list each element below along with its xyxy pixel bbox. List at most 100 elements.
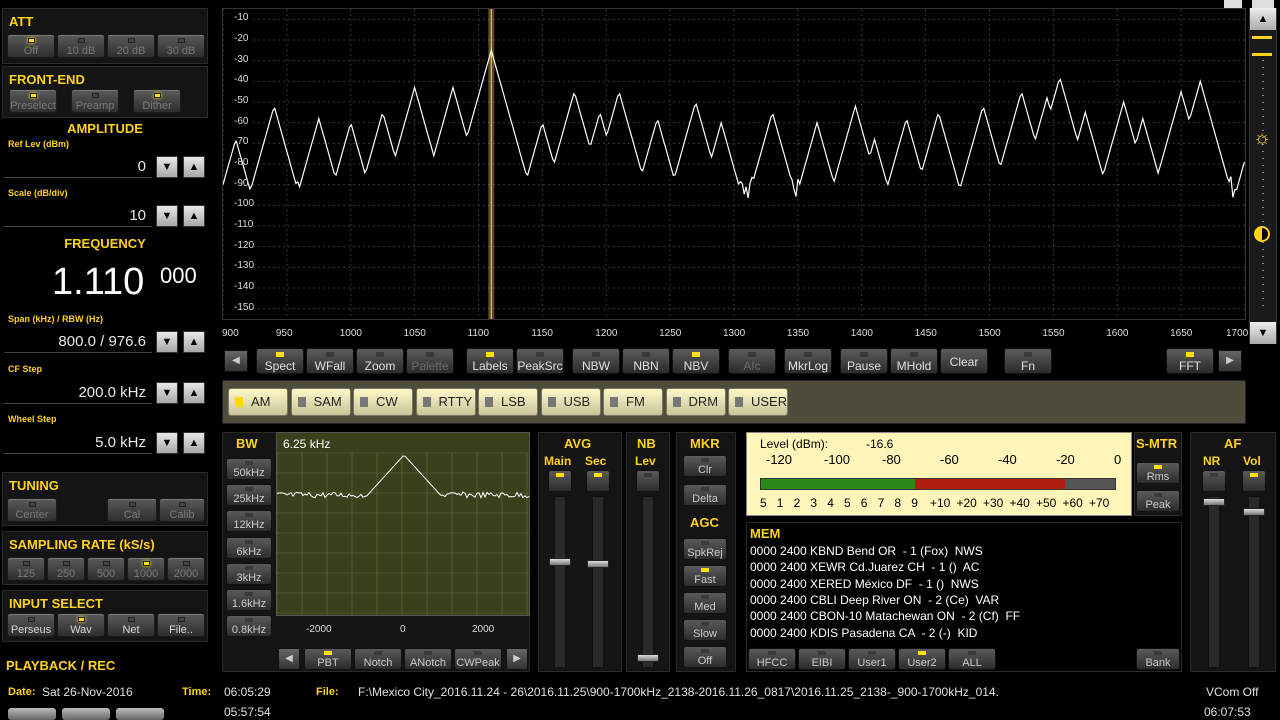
sampling-500-button[interactable]: 500: [87, 557, 125, 581]
bw-notch-button[interactable]: Notch: [354, 648, 402, 670]
input-file-button[interactable]: File..: [157, 613, 205, 637]
toolbar-nbw-button[interactable]: NBW: [572, 348, 620, 374]
mode-sam-button[interactable]: SAM: [290, 388, 351, 416]
filter-display[interactable]: 6.25 kHz: [276, 432, 530, 616]
cf-step-value[interactable]: 200.0 kHz: [4, 382, 152, 404]
mkr-delta-button[interactable]: Delta: [683, 484, 727, 506]
agc-slow-button[interactable]: Slow: [683, 619, 727, 641]
mem-hfcc-button[interactable]: HFCC: [748, 648, 796, 670]
tuning-cal-button[interactable]: Cal: [107, 498, 157, 522]
att-10-db-button[interactable]: 10 dB: [57, 34, 105, 58]
af-vol-toggle[interactable]: [1242, 470, 1266, 492]
frequency-display[interactable]: 1.110 000: [4, 257, 206, 305]
toolbar-zoom-button[interactable]: Zoom: [356, 348, 404, 374]
mem-user2-button[interactable]: User2: [898, 648, 946, 670]
mkr-clr-button[interactable]: Clr: [683, 455, 727, 477]
mode-user-button[interactable]: USER: [728, 388, 788, 416]
mem-list-item[interactable]: 0000 2400 XEWR Cd.Juarez CH - 1 () AC: [750, 560, 979, 574]
mode-usb-button[interactable]: USB: [540, 388, 601, 416]
playback-stop-button[interactable]: [8, 708, 56, 720]
bw-3khz-button[interactable]: 3kHz: [226, 562, 272, 585]
close-window-button[interactable]: [1252, 0, 1274, 8]
mode-lsb-button[interactable]: LSB: [478, 388, 538, 416]
toolbar-nbv-button[interactable]: NBV: [672, 348, 720, 374]
mem-list-item[interactable]: 0000 2400 CBLI Deep River ON - 2 (Ce) VA…: [750, 593, 999, 607]
mem-eibi-button[interactable]: EIBI: [798, 648, 846, 670]
contrast-icon[interactable]: [1254, 226, 1270, 242]
toolbar-labels-button[interactable]: Labels: [466, 348, 514, 374]
bw-12khz-button[interactable]: 12kHz: [226, 510, 272, 533]
toolbar-pause-button[interactable]: Pause: [840, 348, 888, 374]
avg-main-slider-knob[interactable]: [549, 558, 571, 566]
toolbar-afc-button[interactable]: Afc: [728, 348, 776, 374]
avg-sec-slider-knob[interactable]: [587, 560, 609, 568]
toolbar-fft-button[interactable]: FFT: [1166, 348, 1214, 374]
input-net-button[interactable]: Net: [107, 613, 155, 637]
frontend-preselect-button[interactable]: Preselect: [9, 89, 57, 113]
avg-sec-toggle[interactable]: [586, 470, 610, 492]
mem-user1-button[interactable]: User1: [848, 648, 896, 670]
mem-list-item[interactable]: 0000 2400 CBON-10 Matachewan ON - 2 (Cf)…: [750, 609, 1020, 623]
att-30-db-button[interactable]: 30 dB: [157, 34, 205, 58]
ref-level-up-button[interactable]: ▲: [183, 156, 205, 178]
af-nr-toggle[interactable]: [1202, 470, 1226, 492]
sampling-2000-button[interactable]: 2000: [167, 557, 205, 581]
input-perseus-button[interactable]: Perseus: [7, 613, 55, 637]
playback-play-button[interactable]: [62, 708, 110, 720]
playback-record-button[interactable]: [116, 708, 164, 720]
bw-50khz-button[interactable]: 50kHz: [226, 458, 272, 480]
toolbar-right-arrow[interactable]: ▶: [1218, 350, 1242, 372]
mode-fm-button[interactable]: FM: [603, 388, 663, 416]
toolbar-fn-button[interactable]: Fn: [1004, 348, 1052, 374]
scale-up-button[interactable]: ▲: [183, 205, 205, 227]
toolbar-wfall-button[interactable]: WFall: [306, 348, 354, 374]
nb-toggle[interactable]: [636, 470, 660, 492]
toolbar-mkrlog-button[interactable]: MkrLog: [784, 348, 832, 374]
scroll-down-icon[interactable]: ▼: [1250, 322, 1276, 344]
scale-value[interactable]: 10: [4, 205, 152, 227]
bw-1-6khz-button[interactable]: 1.6kHz: [226, 589, 272, 611]
span-down-button[interactable]: ▼: [156, 331, 178, 353]
mem-bank-button[interactable]: Bank: [1136, 648, 1180, 670]
scroll-up-icon[interactable]: ▲: [1250, 8, 1276, 30]
tuning-calib-button[interactable]: Calib: [159, 498, 205, 522]
smtr-rms-button[interactable]: Rms: [1136, 462, 1180, 484]
spectrum-scale-icon[interactable]: [1252, 36, 1272, 56]
toolbar-palette-button[interactable]: Palette: [406, 348, 454, 374]
scale-down-button[interactable]: ▼: [156, 205, 178, 227]
bw-cwpeak-button[interactable]: CWPeak: [454, 648, 502, 670]
nb-slider-knob[interactable]: [637, 654, 659, 662]
att-20-db-button[interactable]: 20 dB: [107, 34, 155, 58]
input-wav-button[interactable]: Wav: [57, 613, 105, 637]
toolbar-peaksrc-button[interactable]: PeakSrc: [516, 348, 564, 374]
smtr-peak-button[interactable]: Peak: [1136, 490, 1180, 512]
tuning-center-button[interactable]: Center: [7, 498, 57, 522]
bw-6khz-button[interactable]: 6kHz: [226, 536, 272, 559]
mem-list-item[interactable]: 0000 2400 KBND Bend OR - 1 (Fox) NWS: [750, 544, 983, 558]
agc-fast-button[interactable]: Fast: [683, 565, 727, 587]
bw-left-arrow[interactable]: ◀: [278, 648, 300, 670]
wheel-step-value[interactable]: 5.0 kHz: [4, 432, 152, 454]
bw-pbt-button[interactable]: PBT: [304, 648, 352, 670]
spectrum-display[interactable]: [222, 8, 1246, 320]
sampling-1000-button[interactable]: 1000: [127, 557, 165, 581]
toolbar-clear-button[interactable]: Clear: [940, 348, 988, 374]
bw-25khz-button[interactable]: 25kHz: [226, 484, 272, 507]
mode-drm-button[interactable]: DRM: [665, 388, 726, 416]
toolbar-mhold-button[interactable]: MHold: [890, 348, 938, 374]
wheel-step-down-button[interactable]: ▼: [156, 432, 178, 454]
bw-right-arrow[interactable]: ▶: [506, 648, 528, 670]
span-value[interactable]: 800.0 / 976.6: [4, 331, 152, 353]
mem-list-item[interactable]: 0000 2400 XERED México DF - 1 () NWS: [750, 577, 979, 591]
cf-step-up-button[interactable]: ▲: [183, 382, 205, 404]
wheel-step-up-button[interactable]: ▲: [183, 432, 205, 454]
toolbar-nbn-button[interactable]: NBN: [622, 348, 670, 374]
mem-list-item[interactable]: 0000 2400 KDIS Pasadena CA - 2 (-) KID: [750, 626, 977, 640]
avg-main-toggle[interactable]: [548, 470, 572, 492]
span-up-button[interactable]: ▲: [183, 331, 205, 353]
af-nr-slider-knob[interactable]: [1203, 498, 1225, 506]
bw-0-8khz-button[interactable]: 0.8kHz: [226, 615, 272, 638]
bw-anotch-button[interactable]: ANotch: [404, 648, 452, 670]
ref-level-value[interactable]: 0: [4, 156, 152, 178]
agc-spkrej-button[interactable]: SpkRej: [683, 538, 727, 560]
